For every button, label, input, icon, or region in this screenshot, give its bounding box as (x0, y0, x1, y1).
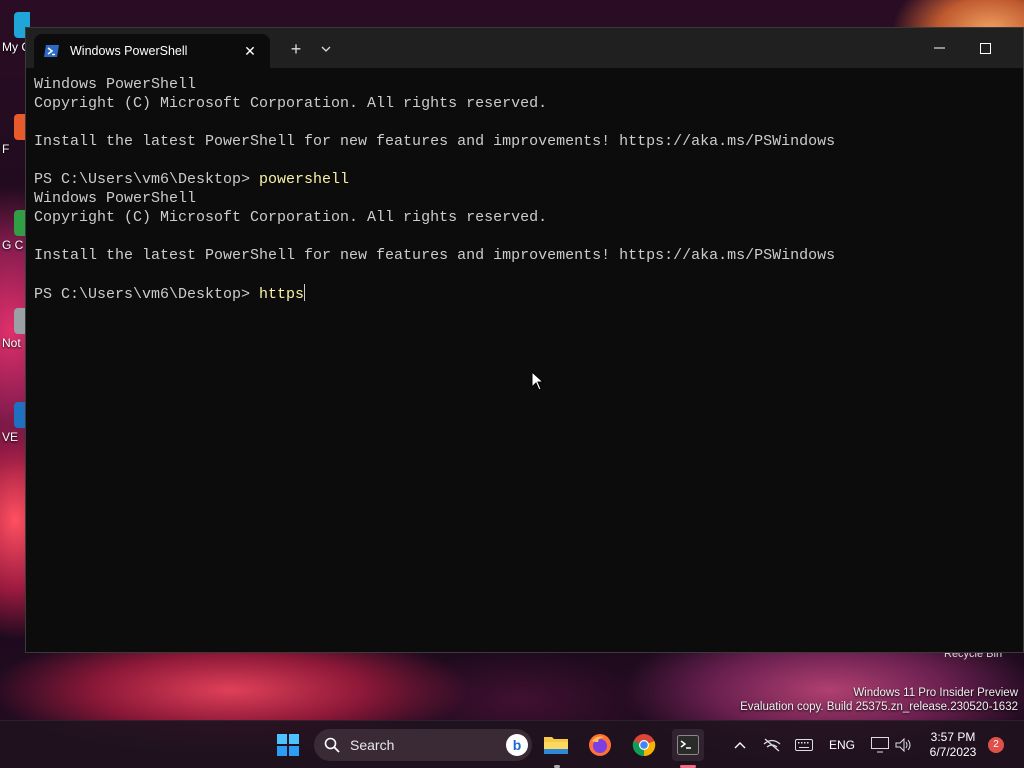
minimize-button[interactable] (916, 28, 962, 68)
windows-start-icon (277, 734, 299, 756)
powershell-icon (44, 45, 59, 57)
windows-watermark: Windows 11 Pro Insider Preview Evaluatio… (740, 686, 1018, 714)
show-hidden-icons-button[interactable] (724, 729, 756, 761)
chrome-icon (632, 734, 656, 757)
terminal-output[interactable]: Windows PowerShell Copyright (C) Microsof… (34, 75, 1015, 652)
close-tab-icon[interactable]: ✕ (240, 43, 260, 60)
clock-time: 3:57 PM (930, 730, 976, 744)
text-caret (304, 284, 306, 301)
terminal-line: Copyright (C) Microsoft Corporation. All… (34, 94, 1015, 113)
terminal-line: Windows PowerShell (34, 75, 1015, 94)
terminal-line: PS C:\Users\vm6\Desktop> https (34, 284, 1015, 303)
terminal-line: Windows PowerShell (34, 189, 1015, 208)
terminal-window: Windows PowerShell ✕ + Windows PowerShel… (25, 27, 1024, 653)
watermark-line-1: Windows 11 Pro Insider Preview (853, 687, 1018, 699)
output-text: Windows PowerShell (34, 190, 197, 207)
prompt-text: PS C:\Users\vm6\Desktop> (34, 286, 260, 303)
chrome-button[interactable] (628, 729, 660, 761)
tab-title: Windows PowerShell (70, 44, 188, 58)
volume-button[interactable] (888, 729, 920, 761)
watermark-line-2: Evaluation copy. Build 25375.zn_release.… (740, 701, 1018, 713)
firefox-icon (589, 734, 611, 756)
output-text: Windows PowerShell (34, 76, 197, 93)
output-text: Install the latest PowerShell for new fe… (34, 133, 836, 150)
terminal-button[interactable] (672, 729, 704, 761)
taskbar-search[interactable]: Search b (314, 729, 532, 761)
output-text: Copyright (C) Microsoft Corporation. All… (34, 209, 548, 226)
chevron-up-icon (734, 742, 746, 749)
command-text: https (259, 286, 305, 303)
tab-powershell[interactable]: Windows PowerShell ✕ (34, 34, 270, 68)
start-button[interactable] (272, 729, 304, 761)
clock-date: 6/7/2023 (929, 745, 977, 759)
terminal-line: Install the latest PowerShell for new fe… (34, 246, 1015, 265)
mouse-cursor-icon (531, 371, 545, 391)
keyboard-icon (795, 739, 813, 751)
output-text: Install the latest PowerShell for new fe… (34, 247, 836, 264)
terminal-icon (677, 735, 699, 755)
network-button[interactable] (756, 729, 788, 761)
maximize-icon (979, 42, 991, 54)
terminal-line: Install the latest PowerShell for new fe… (34, 132, 1015, 151)
command-text: powershell (259, 171, 350, 188)
chevron-down-icon (321, 46, 331, 52)
firefox-button[interactable] (584, 729, 616, 761)
new-tab-button[interactable]: + (285, 38, 307, 60)
prompt-text: PS C:\Users\vm6\Desktop> (34, 171, 260, 188)
file-explorer-button[interactable] (540, 729, 572, 761)
maximize-button[interactable] (962, 28, 1008, 68)
terminal-line: PS C:\Users\vm6\Desktop> powershell (34, 170, 1015, 189)
tab-dropdown-button[interactable] (315, 38, 337, 60)
language-indicator[interactable]: ENG (829, 738, 855, 752)
output-text: Copyright (C) Microsoft Corporation. All… (34, 95, 548, 112)
notification-badge[interactable]: 2 (988, 737, 1004, 753)
search-icon (324, 737, 340, 753)
minimize-icon (933, 47, 945, 49)
title-bar[interactable]: Windows PowerShell ✕ + (26, 28, 1023, 68)
monitor-icon (871, 737, 889, 753)
network-disconnected-icon (763, 738, 781, 752)
speaker-icon (895, 738, 911, 752)
taskbar: Search b ENG 3:57 PM 6/7/2023 2 (0, 720, 1024, 768)
terminal-line: Copyright (C) Microsoft Corporation. All… (34, 208, 1015, 227)
bing-icon[interactable]: b (506, 734, 528, 756)
clock[interactable]: 3:57 PM 6/7/2023 (920, 730, 986, 760)
search-label: Search (350, 737, 395, 753)
keyboard-button[interactable] (788, 729, 820, 761)
file-explorer-icon (544, 737, 568, 754)
